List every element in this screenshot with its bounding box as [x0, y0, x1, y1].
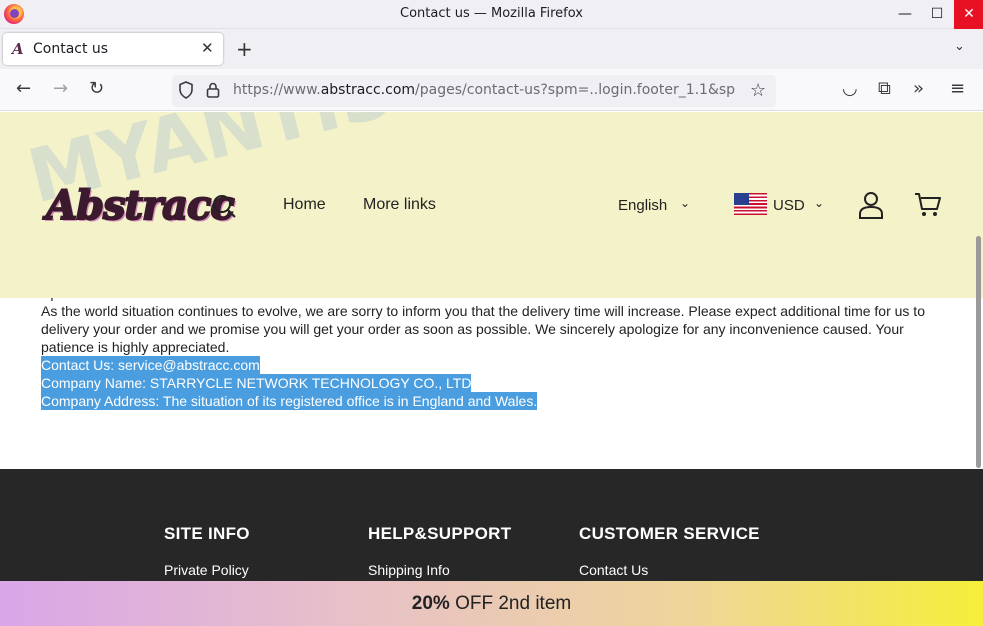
window-title: Contact us — Mozilla Firefox [400, 6, 583, 21]
web-page: Abstracc Home More links English ⌄ USD ⌄… [0, 112, 983, 626]
footer-link-contact-us[interactable]: Contact Us [579, 562, 760, 578]
us-flag-icon[interactable] [734, 193, 767, 215]
promo-text: OFF 2nd item [449, 593, 572, 614]
overflow-menu-icon[interactable]: » [913, 79, 924, 99]
promo-banner[interactable]: 20% OFF 2nd item [0, 581, 983, 626]
footer-column-help-support: HELP&SUPPORT Shipping Info [368, 524, 511, 578]
footer-link-private-policy[interactable]: Private Policy [164, 562, 250, 578]
currency-selector[interactable]: USD [773, 197, 805, 214]
nav-home-link[interactable]: Home [283, 196, 326, 214]
footer-column-site-info: SITE INFO Private Policy [164, 524, 250, 578]
footer-heading: SITE INFO [164, 524, 250, 543]
contact-email-line[interactable]: Contact Us: service@abstracc.com [41, 356, 260, 374]
account-user-icon[interactable] [858, 191, 884, 219]
shopping-cart-icon[interactable] [914, 192, 942, 218]
contact-content: Special Note: As the world situation con… [41, 284, 931, 410]
tab-close-icon[interactable]: ✕ [201, 39, 214, 57]
maximize-button[interactable]: ☐ [922, 0, 952, 29]
nav-more-links[interactable]: More links [363, 196, 436, 214]
new-tab-button[interactable]: + [236, 37, 253, 61]
page-scrollbar[interactable] [976, 236, 981, 468]
close-window-button[interactable]: ✕ [954, 0, 983, 29]
abstracc-favicon-icon: A [12, 40, 24, 58]
navigation-bar: ← → ↻ https://www.abstracc.com/pages/con… [0, 69, 983, 111]
shield-icon[interactable] [178, 81, 194, 99]
promo-discount: 20% [411, 593, 450, 614]
lock-icon[interactable] [206, 82, 220, 98]
chevron-down-icon[interactable]: ⌄ [680, 196, 690, 210]
site-logo[interactable]: Abstracc [45, 181, 236, 230]
hamburger-menu-icon[interactable]: ≡ [950, 79, 965, 99]
list-all-tabs-chevron-icon[interactable]: ⌄ [954, 39, 965, 54]
language-selector[interactable]: English [618, 197, 667, 214]
forward-button[interactable]: → [53, 79, 68, 99]
footer-column-customer-service: CUSTOMER SERVICE Contact Us [579, 524, 760, 578]
tab-strip: A Contact us ✕ + ⌄ [0, 29, 983, 69]
site-header: Abstracc Home More links English ⌄ USD ⌄ [0, 112, 983, 298]
title-bar: Contact us — Mozilla Firefox — ☐ ✕ [0, 0, 983, 29]
url-bar[interactable]: https://www.abstracc.com/pages/contact-u… [172, 75, 776, 107]
chevron-down-icon[interactable]: ⌄ [814, 196, 824, 210]
search-icon[interactable] [212, 194, 236, 218]
notice-paragraph: As the world situation continues to evol… [41, 303, 925, 355]
footer-heading: HELP&SUPPORT [368, 524, 512, 543]
url-text[interactable]: https://www.abstracc.com/pages/contact-u… [233, 82, 748, 98]
reload-button[interactable]: ↻ [89, 79, 104, 99]
back-button[interactable]: ← [16, 79, 31, 99]
tab-contact-us[interactable]: A Contact us ✕ [3, 33, 223, 65]
footer-link-shipping-info[interactable]: Shipping Info [368, 562, 511, 578]
footer-heading: CUSTOMER SERVICE [579, 524, 760, 543]
company-address-line: Company Address: The situation of its re… [41, 392, 538, 410]
minimize-button[interactable]: — [890, 0, 920, 29]
company-name-line: Company Name: STARRYCLE NETWORK TECHNOLO… [41, 374, 472, 392]
tab-label: Contact us [33, 41, 109, 57]
extensions-icon[interactable]: ⧉ [878, 79, 891, 99]
bookmark-star-icon[interactable]: ☆ [750, 80, 766, 101]
pocket-icon[interactable]: ◡ [842, 79, 858, 99]
